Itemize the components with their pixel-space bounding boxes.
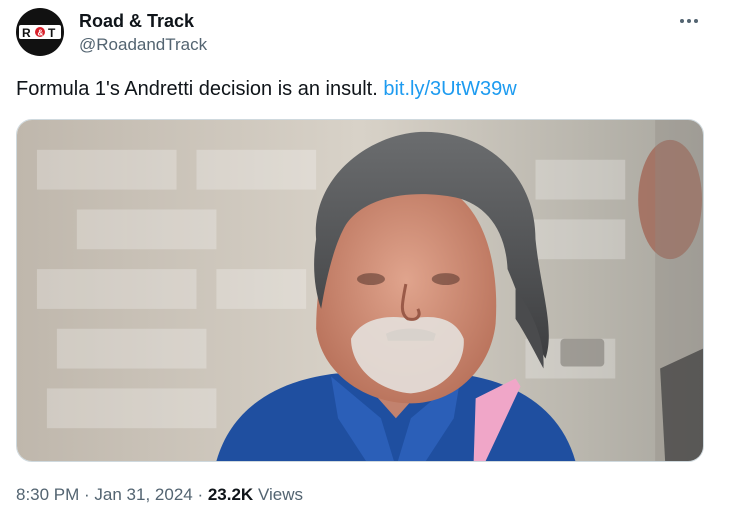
portrait-photo [17,120,703,461]
svg-text:R: R [22,26,31,40]
avatar[interactable]: R & T [16,8,64,56]
road-and-track-logo-icon: R & T [19,25,61,40]
tweet-card: R & T Road & Track @RoadandTrack Formula… [0,0,730,520]
svg-text:&: & [38,29,44,38]
tweet-text: Formula 1's Andretti decision is an insu… [16,76,517,102]
meta-separator: · [192,485,208,504]
svg-text:T: T [48,26,56,40]
more-options-button[interactable] [674,10,704,32]
tweet-link[interactable]: bit.ly/3UtW39w [383,78,516,100]
author-name[interactable]: Road & Track [79,10,207,32]
author-handle[interactable]: @RoadandTrack [79,34,207,56]
more-horizontal-icon [680,19,698,23]
tweet-body: Formula 1's Andretti decision is an insu… [16,78,384,100]
tweet-photo[interactable] [16,119,704,462]
views-label: Views [253,485,303,504]
author-block: Road & Track @RoadandTrack [79,10,207,56]
tweet-meta: 8:30 PM · Jan 31, 2024 · 23.2K Views [16,484,303,506]
tweet-time[interactable]: 8:30 PM [16,485,79,504]
views-count: 23.2K [207,485,254,504]
meta-separator: · [79,485,95,504]
tweet-date[interactable]: Jan 31, 2024 [94,485,192,504]
